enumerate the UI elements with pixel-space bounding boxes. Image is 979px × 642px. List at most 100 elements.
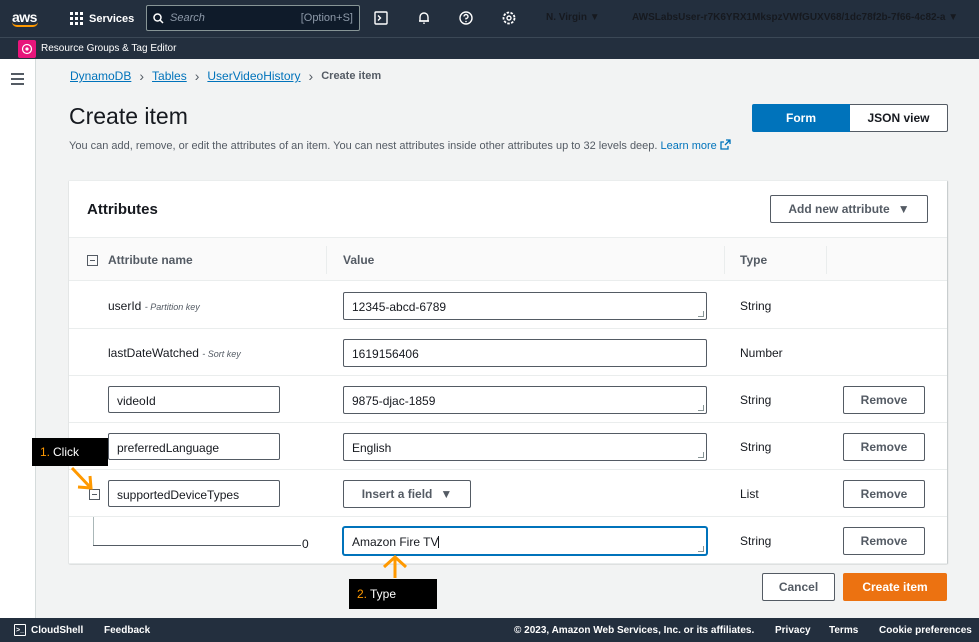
attribute-name: userId - Partition key (108, 299, 200, 313)
caret-down-icon: ▼ (440, 487, 453, 501)
table-row: preferredLanguage English String Remove (69, 423, 947, 470)
attribute-type: String (740, 440, 772, 454)
services-label: Services (89, 12, 135, 25)
services-menu[interactable]: Services (70, 12, 134, 25)
cloudshell-label: CloudShell (31, 624, 84, 636)
external-link-icon (720, 139, 731, 150)
grid-icon (70, 12, 83, 25)
step-text: Type (370, 587, 397, 601)
attribute-name-input[interactable]: preferredLanguage (108, 433, 280, 460)
search-placeholder: Search (170, 12, 205, 24)
description-text: You can add, remove, or edit the attribu… (69, 140, 658, 152)
attribute-type: String (740, 534, 772, 548)
remove-button[interactable]: Remove (843, 480, 925, 508)
terms-link[interactable]: Terms (829, 625, 858, 636)
remove-button[interactable]: Remove (843, 527, 925, 555)
arrow-up-icon (382, 554, 408, 578)
breadcrumb-current: Create item (321, 70, 382, 82)
attribute-name-input[interactable]: supportedDeviceTypes (108, 480, 280, 507)
region-selector[interactable]: N. Virgin ▼ (546, 12, 600, 23)
table-header: Attribute name Value Type (69, 237, 947, 281)
page-title: Create item (69, 103, 188, 129)
attribute-type: String (740, 299, 772, 313)
key-label: - Sort key (202, 349, 241, 359)
help-icon[interactable] (457, 9, 475, 27)
cancel-button[interactable]: Cancel (762, 573, 835, 601)
step-number: 2. (357, 587, 368, 601)
chevron-right-icon: › (139, 68, 145, 84)
left-rail (0, 59, 36, 618)
learn-more-link[interactable]: Learn more (660, 139, 731, 152)
create-item-button[interactable]: Create item (843, 573, 947, 601)
page-description: You can add, remove, or edit the attribu… (69, 139, 731, 152)
insert-field-label: Insert a field (361, 487, 433, 501)
account-menu[interactable]: AWSLabsUser-r7K6YRX1MkspzVWfGUXV68/1dc78… (632, 12, 958, 23)
tree-line (93, 545, 301, 546)
table-row: supportedDeviceTypes Insert a field ▼ Li… (69, 470, 947, 517)
table-row: userId - Partition key 12345-abcd-6789 S… (69, 282, 947, 329)
view-toggle: Form JSON view (752, 104, 948, 132)
breadcrumb: DynamoDB › Tables › UserVideoHistory › C… (70, 68, 381, 84)
add-attribute-label: Add new attribute (788, 202, 890, 216)
cloudshell-icon[interactable] (372, 9, 390, 27)
table-row: videoId 9875-djac-1859 String Remove (69, 376, 947, 423)
step-number: 1. (40, 445, 51, 459)
cloudshell-button[interactable]: >_ CloudShell (14, 624, 83, 636)
collapse-all-icon[interactable] (87, 253, 104, 267)
table-row-nested: 0 Amazon Fire TV String Remove (69, 517, 947, 564)
search-icon (153, 12, 164, 24)
search-shortcut: [Option+S] (300, 12, 353, 24)
table-row: lastDateWatched - Sort key 1619156406 Nu… (69, 329, 947, 376)
value-input[interactable]: 9875-djac-1859 (343, 386, 707, 414)
remove-button[interactable]: Remove (843, 386, 925, 414)
cookie-preferences-link[interactable]: Cookie preferences (879, 625, 972, 636)
remove-button[interactable]: Remove (843, 433, 925, 461)
value-input[interactable]: English (343, 433, 707, 461)
value-input[interactable]: 1619156406 (343, 339, 707, 367)
attributes-title: Attributes (87, 201, 158, 218)
aws-smile-icon (12, 22, 38, 27)
insert-field-button[interactable]: Insert a field ▼ (343, 480, 471, 508)
favorites-bar: Resource Groups & Tag Editor (0, 37, 979, 59)
menu-icon[interactable] (11, 73, 24, 88)
add-new-attribute-button[interactable]: Add new attribute ▼ (770, 195, 928, 223)
value-input[interactable]: 12345-abcd-6789 (343, 292, 707, 320)
json-view-button[interactable]: JSON view (850, 104, 948, 132)
privacy-link[interactable]: Privacy (775, 625, 811, 636)
gear-icon[interactable] (500, 9, 518, 27)
breadcrumb-table[interactable]: UserVideoHistory (207, 69, 300, 83)
breadcrumb-tables[interactable]: Tables (152, 69, 187, 83)
feedback-link[interactable]: Feedback (104, 625, 150, 636)
list-index: 0 (302, 537, 309, 551)
column-attribute-name: Attribute name (108, 253, 193, 267)
annotation-step-1: 1. Click (32, 438, 108, 466)
attribute-name-input[interactable]: videoId (108, 386, 280, 413)
chevron-right-icon: › (194, 68, 200, 84)
favorite-resource-groups[interactable]: Resource Groups & Tag Editor (41, 43, 176, 54)
terminal-icon: >_ (14, 624, 26, 636)
tree-line (93, 517, 94, 545)
step-text: Click (53, 445, 80, 459)
aws-logo[interactable]: aws (0, 10, 60, 27)
attribute-type: String (740, 393, 772, 407)
learn-more-label: Learn more (660, 140, 717, 152)
copyright-text: © 2023, Amazon Web Services, Inc. or its… (514, 624, 755, 636)
attribute-type: Number (740, 346, 783, 360)
caret-down-icon: ▼ (897, 202, 910, 216)
key-label: - Partition key (144, 302, 200, 312)
attribute-name: lastDateWatched - Sort key (108, 346, 241, 360)
chevron-right-icon: › (308, 68, 314, 84)
annotation-step-2: 2. Type (349, 579, 437, 609)
breadcrumb-dynamodb[interactable]: DynamoDB (70, 69, 131, 83)
attributes-panel: Attributes Add new attribute ▼ Attribute… (69, 180, 947, 564)
arrow-down-right-icon (70, 466, 93, 490)
footer: >_ CloudShell Feedback © 2023, Amazon We… (0, 618, 979, 642)
resource-groups-icon (18, 39, 36, 58)
column-type: Type (740, 253, 768, 267)
column-value: Value (343, 253, 375, 267)
search-input[interactable]: Search [Option+S] (146, 5, 360, 31)
bell-icon[interactable] (415, 9, 433, 27)
attribute-type: List (740, 487, 759, 501)
form-view-button[interactable]: Form (752, 104, 850, 132)
value-input[interactable]: Amazon Fire TV (343, 527, 707, 555)
